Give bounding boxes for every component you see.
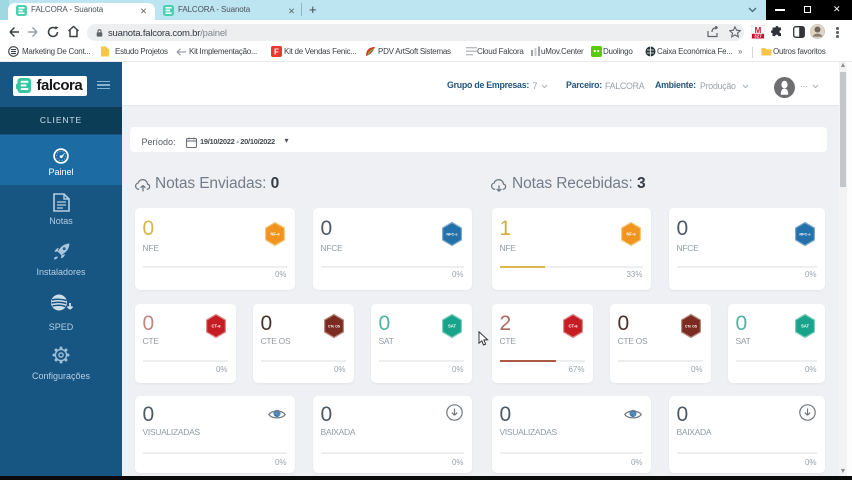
svg-text:327: 327 [754,34,762,39]
svg-text:NF-e: NF-e [270,231,280,236]
svg-text:CTe OS: CTe OS [685,324,698,328]
svg-text:NFC-e: NFC-e [799,232,810,236]
svg-text:NF-e: NF-e [626,231,636,236]
svg-text:CT-e: CT-e [568,323,578,328]
svg-text:CTe OS: CTe OS [328,324,341,328]
svg-text:SAT: SAT [448,323,457,328]
svg-text:SAT: SAT [801,323,810,328]
svg-text:F: F [274,48,279,57]
svg-text:NFC-e: NFC-e [446,232,457,236]
svg-text:CT-e: CT-e [211,323,221,328]
